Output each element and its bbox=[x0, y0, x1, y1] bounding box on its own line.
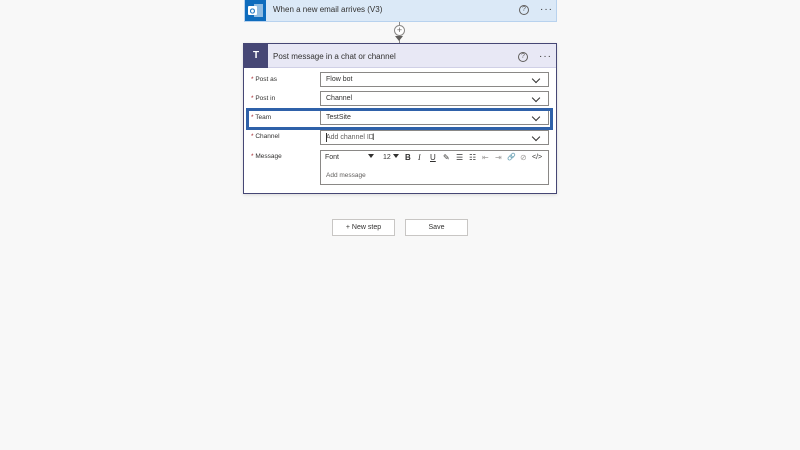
message-label: * Message bbox=[251, 153, 282, 160]
insert-step-icon[interactable]: + bbox=[394, 25, 405, 36]
text-caret bbox=[326, 133, 327, 142]
help-icon[interactable]: ? bbox=[519, 5, 529, 15]
action-card-header[interactable]: T Post message in a chat or channel ? ··… bbox=[244, 44, 556, 68]
teams-icon: T bbox=[244, 44, 268, 68]
font-size-dropdown[interactable]: 12 bbox=[383, 153, 391, 162]
italic-icon[interactable]: I bbox=[418, 153, 421, 162]
channel-label: * Channel bbox=[251, 133, 280, 140]
post-in-label: * Post in bbox=[251, 95, 276, 102]
chevron-down-icon bbox=[531, 132, 541, 142]
font-size-arrow-icon[interactable] bbox=[393, 154, 399, 158]
post-as-label: * Post as bbox=[251, 76, 278, 83]
link-icon[interactable]: 🔗 bbox=[507, 153, 516, 162]
post-in-dropdown[interactable]: Channel bbox=[320, 91, 549, 106]
message-placeholder: Add message bbox=[326, 172, 366, 179]
message-editor[interactable]: Font 12 B I U ✎ ☰ ☷ ⇤ ⇥ 🔗 ⊘ </> Add mess… bbox=[320, 150, 549, 185]
bullet-list-icon[interactable]: ☰ bbox=[456, 153, 463, 162]
outdent-icon[interactable]: ⇤ bbox=[482, 153, 489, 162]
post-as-value: Flow bot bbox=[326, 76, 353, 83]
numbered-list-icon[interactable]: ☷ bbox=[469, 153, 476, 162]
rich-text-toolbar: Font 12 B I U ✎ ☰ ☷ ⇤ ⇥ 🔗 ⊘ </> bbox=[321, 151, 548, 165]
new-step-button[interactable]: + New step bbox=[332, 219, 395, 236]
indent-icon[interactable]: ⇥ bbox=[495, 153, 502, 162]
more-options-icon[interactable]: ··· bbox=[540, 5, 553, 15]
trigger-card[interactable]: O When a new email arrives (V3) ? ··· bbox=[244, 0, 557, 22]
channel-dropdown[interactable]: Add channel ID I bbox=[320, 130, 549, 145]
action-title: Post message in a chat or channel bbox=[273, 52, 396, 61]
save-button[interactable]: Save bbox=[405, 219, 468, 236]
underline-icon[interactable]: U bbox=[430, 153, 436, 162]
team-field-highlight bbox=[246, 108, 553, 130]
svg-text:O: O bbox=[250, 9, 256, 16]
channel-placeholder: Add channel ID bbox=[326, 134, 374, 141]
font-dropdown-arrow-icon[interactable] bbox=[368, 154, 374, 158]
unlink-icon[interactable]: ⊘ bbox=[520, 153, 527, 162]
trigger-title: When a new email arrives (V3) bbox=[273, 5, 383, 14]
bold-icon[interactable]: B bbox=[405, 153, 411, 162]
chevron-down-icon bbox=[531, 74, 541, 84]
post-in-value: Channel bbox=[326, 95, 353, 102]
code-view-icon[interactable]: </> bbox=[532, 153, 542, 162]
post-as-dropdown[interactable]: Flow bot bbox=[320, 72, 549, 87]
connector-arrow-icon bbox=[395, 36, 403, 41]
help-icon[interactable]: ? bbox=[518, 52, 528, 62]
text-cursor-icon: I bbox=[372, 132, 375, 142]
color-picker-icon[interactable]: ✎ bbox=[443, 153, 450, 162]
chevron-down-icon bbox=[531, 93, 541, 103]
font-dropdown[interactable]: Font bbox=[325, 153, 339, 162]
outlook-icon: O bbox=[245, 0, 266, 21]
more-options-icon[interactable]: ··· bbox=[539, 52, 552, 62]
